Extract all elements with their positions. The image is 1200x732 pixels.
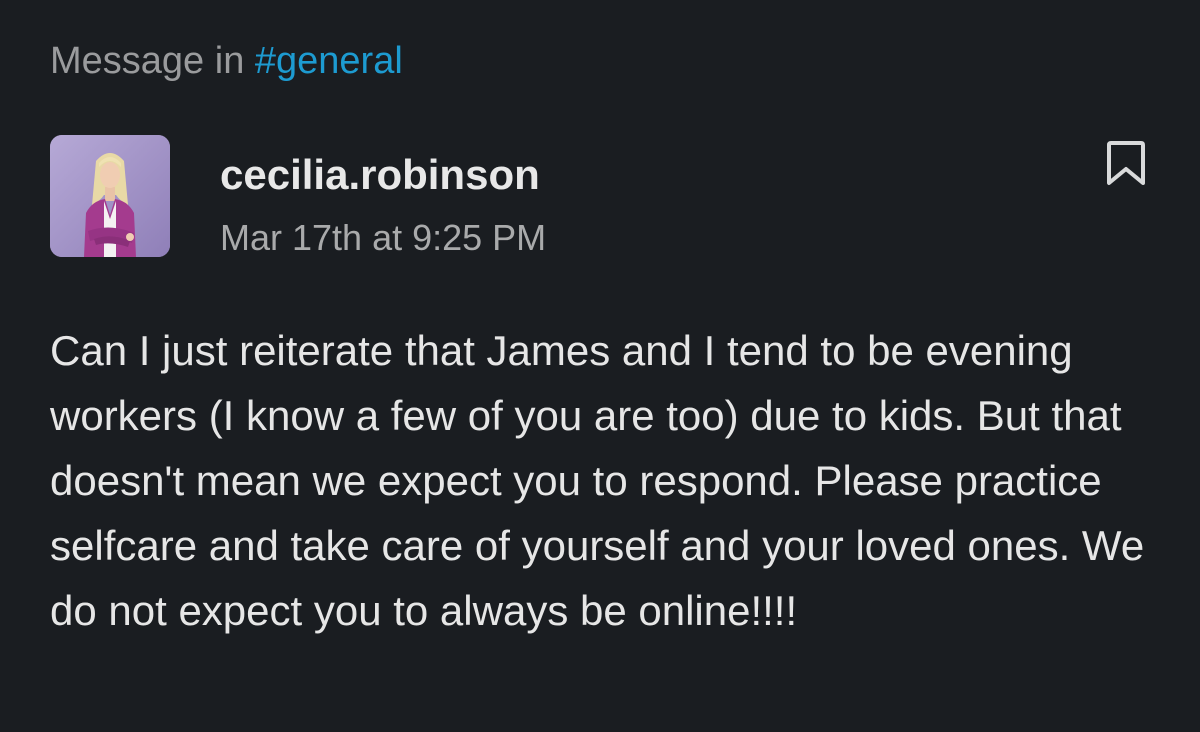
message-timestamp[interactable]: Mar 17th at 9:25 PM (220, 216, 546, 260)
message-body: Can I just reiterate that James and I te… (50, 327, 1145, 634)
header-prefix: Message in (50, 40, 255, 82)
avatar[interactable] (50, 135, 170, 257)
channel-link[interactable]: #general (255, 40, 403, 82)
user-photo-avatar-icon (50, 135, 170, 257)
message-context-header: Message in #general (50, 38, 403, 84)
author-name[interactable]: cecilia.robinson (220, 150, 540, 200)
bookmark-button[interactable] (1103, 138, 1149, 188)
bookmark-icon (1107, 141, 1145, 185)
